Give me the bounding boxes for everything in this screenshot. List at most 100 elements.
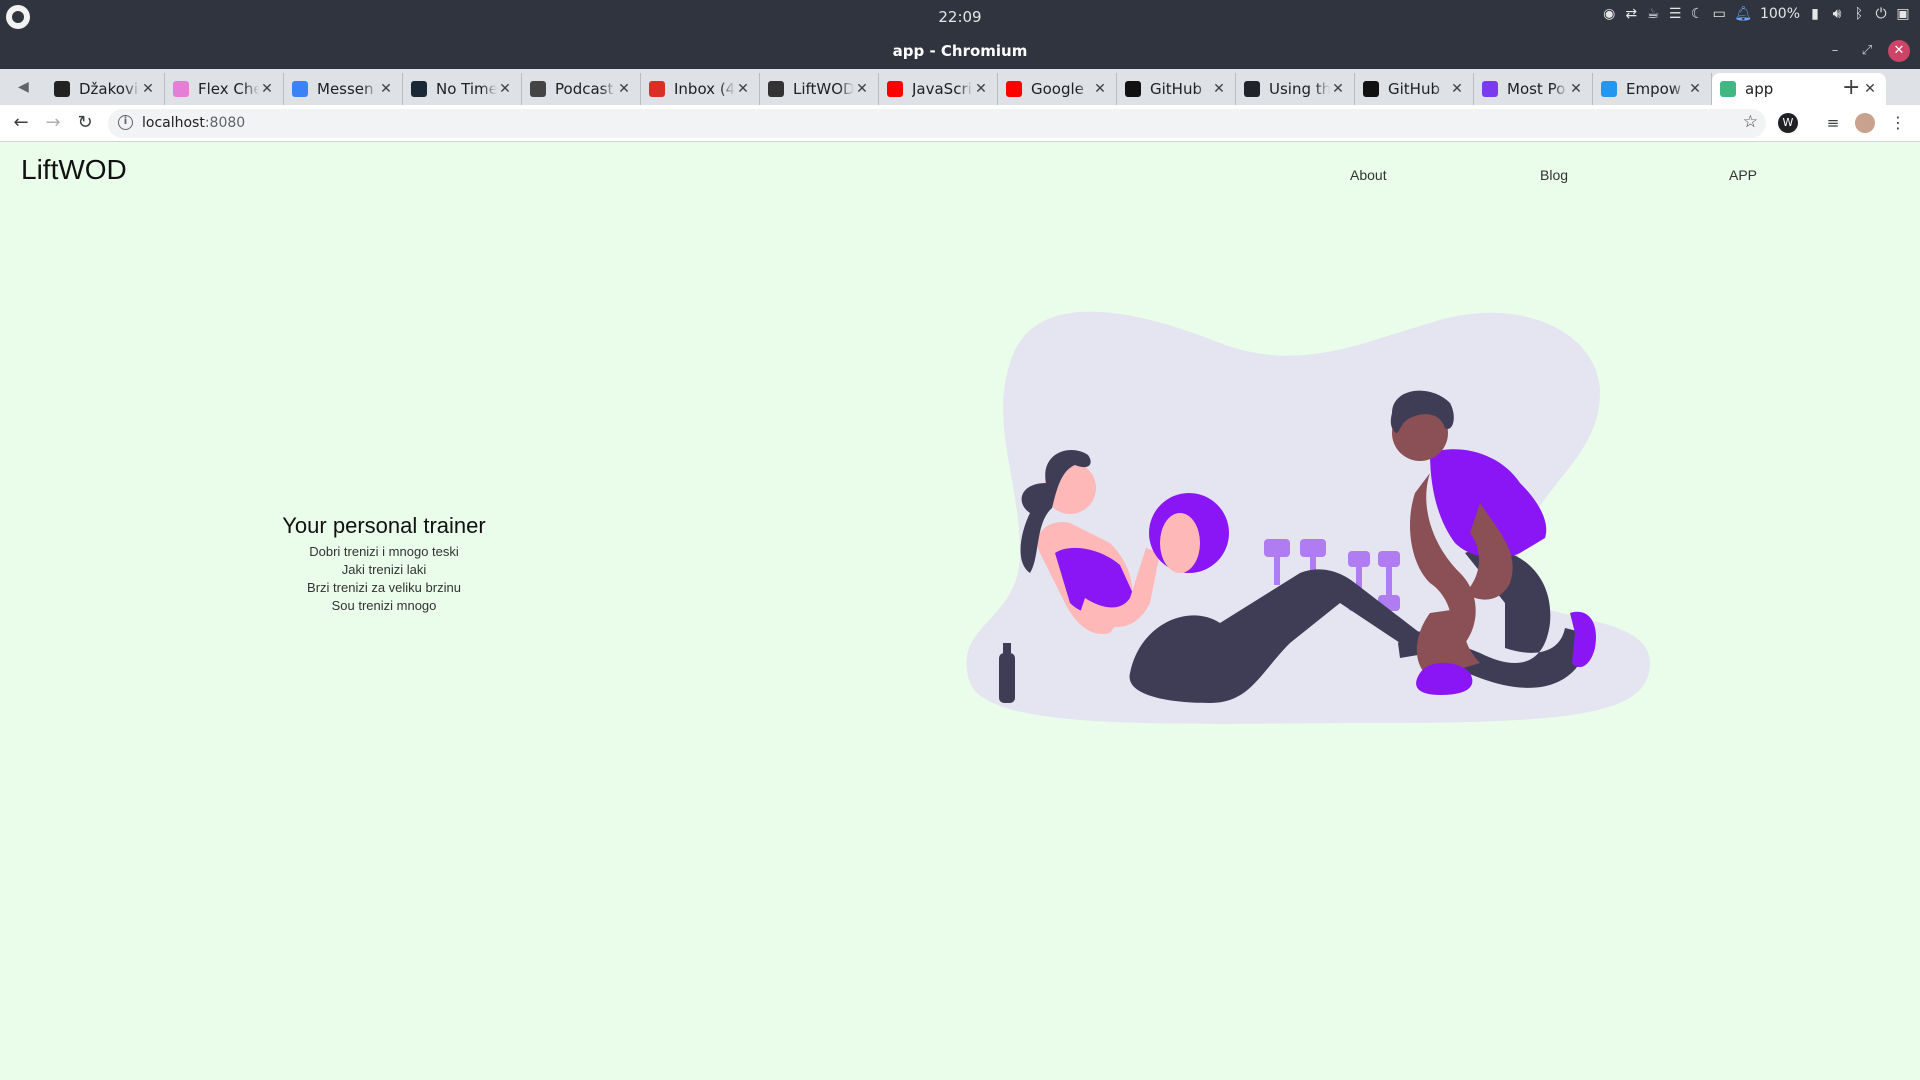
- tab-13[interactable]: Most Po ✕: [1474, 73, 1593, 105]
- tab-close-icon[interactable]: ✕: [497, 81, 513, 97]
- nav-app[interactable]: APP: [1729, 167, 1757, 183]
- tab-1[interactable]: Džakovi ✕: [46, 73, 165, 105]
- media-control-icon[interactable]: ≡: [1823, 113, 1843, 133]
- tab-close-icon[interactable]: ✕: [1330, 81, 1346, 97]
- tab-14[interactable]: Empow ✕: [1593, 73, 1712, 105]
- tab-4[interactable]: No Time ✕: [403, 73, 522, 105]
- os-top-bar: 22:09 ◉ ⇄ ☕ ☰ ☾ ▭ 🔔︎ 100% ▮ 🔊︎ ᛒ ⏻ ▣: [0, 0, 1920, 33]
- tab-9[interactable]: Google ✕: [998, 73, 1117, 105]
- peak-icon: [54, 81, 70, 97]
- bookmark-star-icon[interactable]: ☆: [1743, 112, 1758, 132]
- forward-button[interactable]: →: [42, 112, 64, 134]
- tab-strip: ◀ Džakovi ✕ Flex Che ✕ Messen ✕ No Time ✕ Podcas…: [0, 69, 1920, 105]
- tab-label: Using th: [1269, 80, 1330, 98]
- tab-3[interactable]: Messen ✕: [284, 73, 403, 105]
- brand-logo[interactable]: LiftWOD: [21, 154, 127, 186]
- tab-11[interactable]: Using th ✕: [1236, 73, 1355, 105]
- hero-line-4: Sou trenizi mnogo: [331, 598, 437, 613]
- maximize-button[interactable]: ⤢: [1856, 40, 1878, 62]
- tab-close-icon[interactable]: ✕: [1687, 81, 1703, 97]
- tab-close-icon[interactable]: ✕: [1862, 81, 1878, 97]
- tab-label: GitHub: [1388, 80, 1440, 98]
- reload-button[interactable]: ↻: [74, 112, 96, 134]
- notification-icon[interactable]: 🔔︎: [1734, 6, 1752, 22]
- folder-icon[interactable]: ▭: [1712, 6, 1726, 22]
- tab-6[interactable]: Inbox (4 ✕: [641, 73, 760, 105]
- tab-label: Empow: [1626, 80, 1682, 98]
- vue-icon: [1720, 81, 1736, 97]
- ring-icon: [173, 81, 189, 97]
- nav-blog[interactable]: Blog: [1540, 167, 1568, 183]
- battery-label[interactable]: 100%: [1760, 6, 1800, 22]
- tab-12[interactable]: GitHub ✕: [1355, 73, 1474, 105]
- bluetooth-icon[interactable]: ᛒ: [1852, 6, 1866, 22]
- window-controls: – ⤢ ✕: [1824, 40, 1910, 62]
- tab-5[interactable]: Podcast ✕: [522, 73, 641, 105]
- tab-close-icon[interactable]: ✕: [378, 81, 394, 97]
- podcast-icon: [530, 81, 546, 97]
- tab-close-icon[interactable]: ✕: [735, 81, 751, 97]
- gmail-icon: [649, 81, 665, 97]
- tab-close-icon[interactable]: ✕: [854, 81, 870, 97]
- browser-menu-icon[interactable]: ⋮: [1888, 113, 1908, 133]
- hero-line-1: Dobri trenizi i mnogo teski: [309, 544, 459, 559]
- nav-about[interactable]: About: [1350, 167, 1387, 183]
- github-icon: [1363, 81, 1379, 97]
- tab-close-icon[interactable]: ✕: [1449, 81, 1465, 97]
- close-window-button[interactable]: ✕: [1888, 40, 1910, 62]
- hero-title: Your personal trainer: [282, 513, 486, 538]
- menu-icon[interactable]: ☰: [1668, 6, 1682, 22]
- react-icon: [1244, 81, 1260, 97]
- extension-w-icon[interactable]: W: [1778, 113, 1798, 133]
- tab-2[interactable]: Flex Che ✕: [165, 73, 284, 105]
- tab-label: No Time: [436, 80, 497, 98]
- power-icon[interactable]: ⏻: [1874, 6, 1888, 22]
- docker-icon: [1601, 81, 1617, 97]
- volume-icon[interactable]: 🔊︎: [1830, 6, 1844, 22]
- tab-close-icon[interactable]: ✕: [1568, 81, 1584, 97]
- site-info-icon[interactable]: i: [118, 115, 133, 130]
- tab-label: Podcast: [555, 80, 614, 98]
- tab-close-icon[interactable]: ✕: [616, 81, 632, 97]
- liftwod-icon: [768, 81, 784, 97]
- url-port: :8080: [204, 115, 246, 131]
- tab-label: Google: [1031, 80, 1084, 98]
- github-icon: [1125, 81, 1141, 97]
- profile-avatar[interactable]: [1855, 113, 1875, 133]
- tab-label: GitHub: [1150, 80, 1202, 98]
- sync-icon[interactable]: ⇄: [1624, 6, 1638, 22]
- tab-list: Džakovi ✕ Flex Che ✕ Messen ✕ No Time ✕ Podcast ✕…: [46, 73, 1886, 105]
- tab-close-icon[interactable]: ✕: [1092, 81, 1108, 97]
- coffee-icon[interactable]: ☕: [1646, 6, 1660, 22]
- tab-close-icon[interactable]: ✕: [259, 81, 275, 97]
- night-mode-icon[interactable]: ☾: [1690, 6, 1704, 22]
- minimize-button[interactable]: –: [1824, 40, 1846, 62]
- trainer-illustration: [966, 311, 1650, 724]
- address-url[interactable]: localhost:8080: [142, 115, 245, 131]
- crescent-icon: [1482, 81, 1498, 97]
- tab-close-icon[interactable]: ✕: [973, 81, 989, 97]
- system-tray: ◉ ⇄ ☕ ☰ ☾ ▭ 🔔︎ 100% ▮ 🔊︎ ᛒ ⏻ ▣: [1602, 6, 1910, 22]
- tab-label: Inbox (4: [674, 80, 735, 98]
- tab-8[interactable]: JavaScri ✕: [879, 73, 998, 105]
- tab-close-icon[interactable]: ✕: [1211, 81, 1227, 97]
- address-bar[interactable]: i localhost:8080 ☆: [108, 109, 1766, 138]
- tab-label: Messen: [317, 80, 374, 98]
- tab-label: Flex Che: [198, 80, 259, 98]
- logout-icon[interactable]: ▣: [1896, 6, 1910, 22]
- hero-line-3: Brzi trenizi za veliku brzinu: [307, 580, 461, 595]
- youtube-icon: [887, 81, 903, 97]
- battery-icon[interactable]: ▮: [1808, 6, 1822, 22]
- tab-close-icon[interactable]: ✕: [140, 81, 156, 97]
- window-title-bar[interactable]: app - Chromium – ⤢ ✕: [0, 33, 1920, 69]
- discord-icon[interactable]: ◉: [1602, 6, 1616, 22]
- tab-label: Most Po: [1507, 80, 1566, 98]
- browser-toolbar: ← → ↻ i localhost:8080 ☆ W ≡ ⋮: [0, 105, 1920, 142]
- new-tab-button[interactable]: +: [1842, 75, 1860, 100]
- hero-line-2: Jaki trenizi laki: [341, 562, 427, 577]
- tab-search-icon[interactable]: ◀: [18, 79, 29, 95]
- back-button[interactable]: ←: [10, 112, 32, 134]
- tab-7[interactable]: LiftWOD ✕: [760, 73, 879, 105]
- tab-10[interactable]: GitHub ✕: [1117, 73, 1236, 105]
- tab-label: JavaScri: [912, 80, 972, 98]
